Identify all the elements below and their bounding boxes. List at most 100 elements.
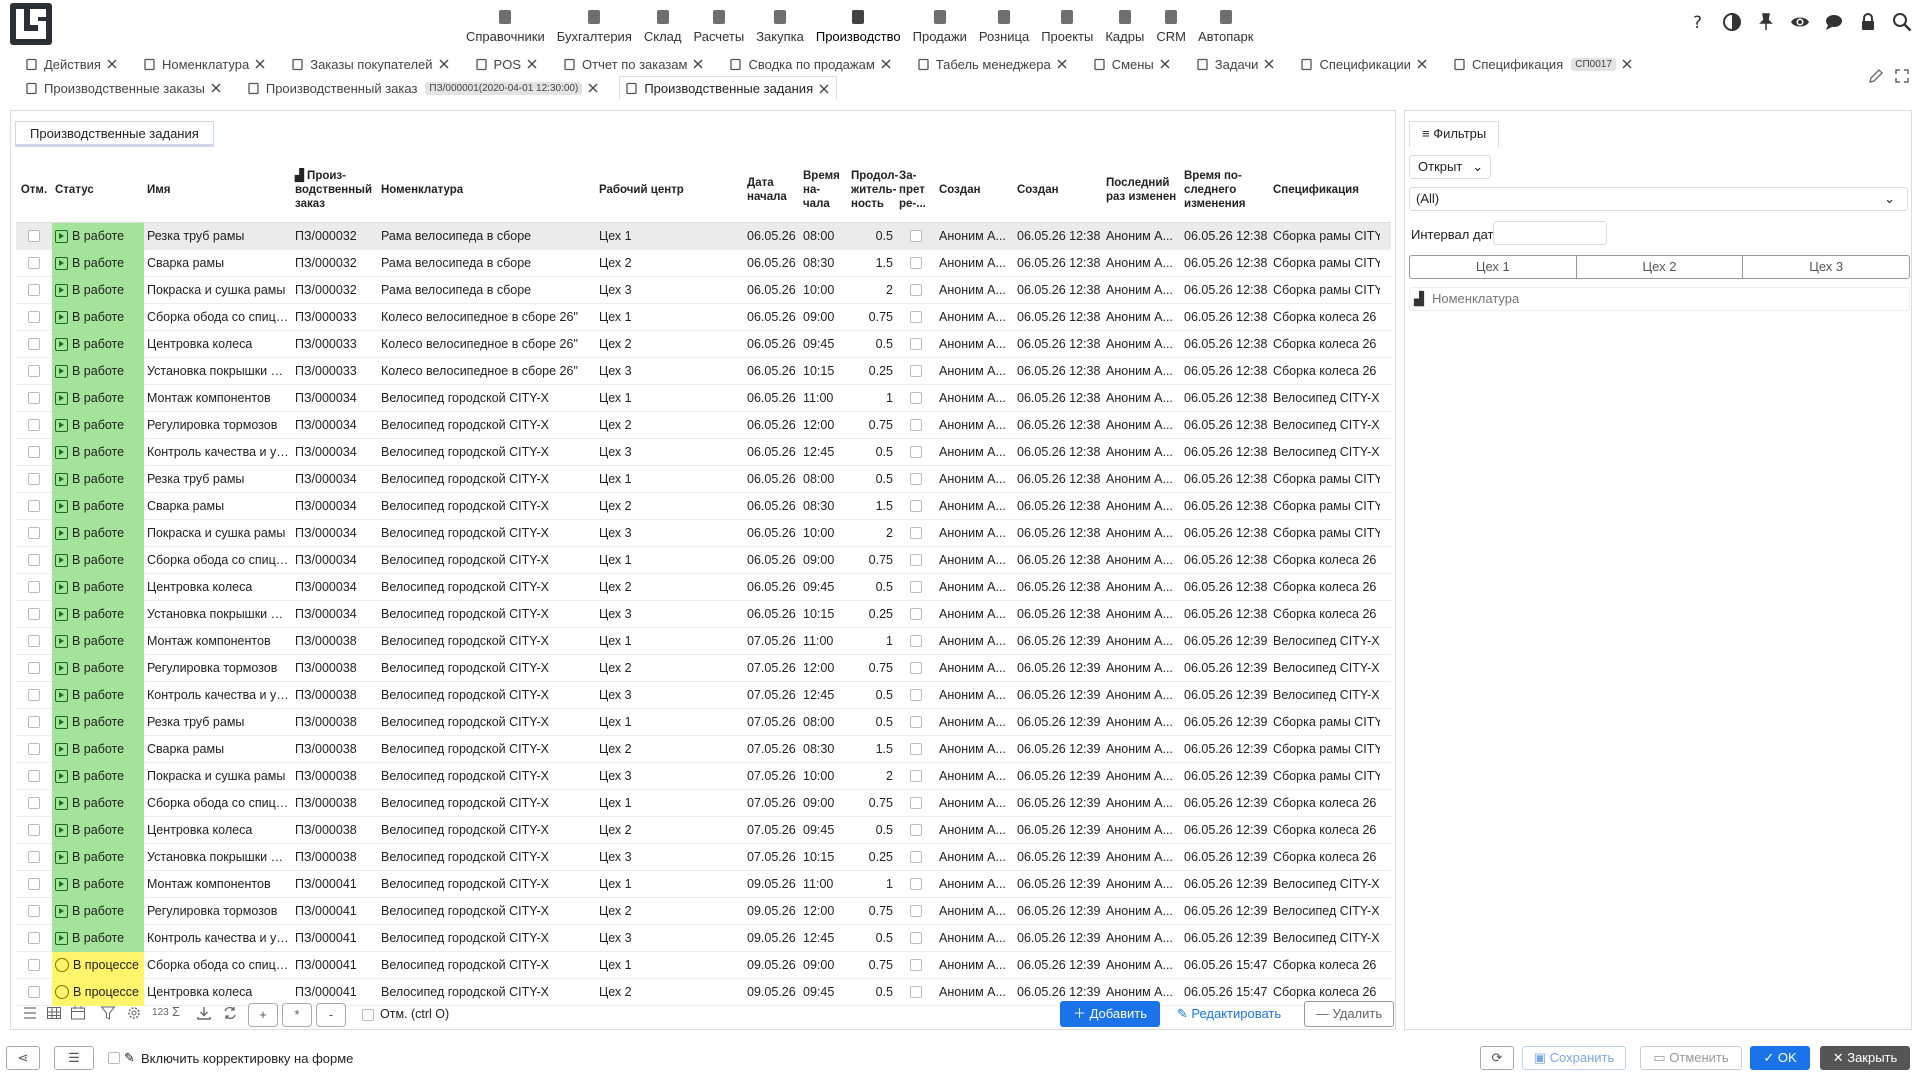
row-checkbox[interactable] xyxy=(28,527,40,539)
close-icon[interactable] xyxy=(1620,57,1634,71)
col-header-ban[interactable]: За-прет ре-... xyxy=(896,169,936,211)
row-mark-cell[interactable] xyxy=(16,662,52,674)
ban-checkbox[interactable] xyxy=(910,959,922,971)
ban-checkbox[interactable] xyxy=(910,662,922,674)
row-checkbox[interactable] xyxy=(28,824,40,836)
col-header-start-time[interactable]: Время на-чала xyxy=(800,169,848,211)
row-mark-cell[interactable] xyxy=(16,905,52,917)
row-checkbox[interactable] xyxy=(28,500,40,512)
table-row[interactable]: В работе Монтаж компонентов ПЗ/000038 Велос… xyxy=(16,627,1391,655)
ban-checkbox[interactable] xyxy=(910,392,922,404)
row-mark-cell[interactable] xyxy=(16,851,52,863)
row-checkbox[interactable] xyxy=(28,932,40,944)
row-mark-cell[interactable] xyxy=(16,365,52,377)
lock-icon[interactable] xyxy=(1858,12,1878,32)
nav-item-autopark[interactable]: Автопарк xyxy=(1192,0,1260,44)
row-checkbox[interactable] xyxy=(28,797,40,809)
close-button[interactable]: ✕ Закрыть xyxy=(1820,1046,1910,1070)
settings-icon[interactable] xyxy=(126,1005,142,1021)
tab-2-2[interactable]: Производственные задания xyxy=(619,76,838,100)
row-checkbox[interactable] xyxy=(28,554,40,566)
row-mark-cell[interactable] xyxy=(16,608,52,620)
table-row[interactable]: В работе Сварка рамы ПЗ/000034 Велосипед го… xyxy=(16,492,1391,520)
nav-item-retail[interactable]: Розница xyxy=(973,0,1035,44)
ban-checkbox[interactable] xyxy=(910,932,922,944)
row-mark-cell[interactable] xyxy=(16,392,52,404)
ban-checkbox[interactable] xyxy=(910,338,922,350)
nav-item-accounting[interactable]: Бухгалтерия xyxy=(551,0,638,44)
close-icon[interactable] xyxy=(879,57,893,71)
table-row[interactable]: В работе Монтаж компонентов ПЗ/000034 Велос… xyxy=(16,384,1391,412)
ban-checkbox[interactable] xyxy=(910,770,922,782)
table-row[interactable]: В работеУстановка покрышки и камерыПЗ/00… xyxy=(16,843,1391,871)
ban-checkbox[interactable] xyxy=(910,824,922,836)
ban-checkbox[interactable] xyxy=(910,446,922,458)
nav-item-personnel[interactable]: Кадры xyxy=(1099,0,1150,44)
table-row[interactable]: В работе Сварка рамы ПЗ/000032 Рама велосип… xyxy=(16,249,1391,277)
ban-checkbox[interactable] xyxy=(910,500,922,512)
ban-checkbox[interactable] xyxy=(910,419,922,431)
panel-title-tab[interactable]: Производственные задания xyxy=(15,121,214,147)
segment-wc-3[interactable]: Цех 3 xyxy=(1743,256,1909,278)
add-button[interactable]: ＋ Добавить xyxy=(1060,1001,1160,1027)
row-mark-cell[interactable] xyxy=(16,635,52,647)
tab-1-8[interactable]: Задачи xyxy=(1191,52,1282,76)
table-row[interactable]: В работеКонтроль качества и упаковкаПЗ/0… xyxy=(16,681,1391,709)
table-row[interactable]: В работе Регулировка тормозов ПЗ/000038 Вел… xyxy=(16,654,1391,682)
row-mark-cell[interactable] xyxy=(16,932,52,944)
ban-checkbox[interactable] xyxy=(910,554,922,566)
close-icon[interactable] xyxy=(817,82,831,96)
table-row[interactable]: В процессе Сборка обода со спицами ПЗ/0000… xyxy=(16,951,1391,979)
tab-1-7[interactable]: Смены xyxy=(1088,52,1177,76)
calendar-view-icon[interactable] xyxy=(70,1005,86,1021)
row-checkbox[interactable] xyxy=(28,743,40,755)
row-checkbox[interactable] xyxy=(28,311,40,323)
row-checkbox[interactable] xyxy=(28,986,40,998)
ban-checkbox[interactable] xyxy=(910,527,922,539)
tab-1-0[interactable]: Действия xyxy=(20,52,124,76)
delete-button[interactable]: — Удалить xyxy=(1304,1001,1394,1027)
edit-button[interactable]: ✎ Редактировать xyxy=(1174,1001,1284,1027)
ban-checkbox[interactable] xyxy=(910,905,922,917)
row-mark-cell[interactable] xyxy=(16,797,52,809)
nav-item-payments[interactable]: Расчеты xyxy=(687,0,750,44)
close-icon[interactable] xyxy=(253,57,267,71)
ban-checkbox[interactable] xyxy=(910,473,922,485)
row-checkbox[interactable] xyxy=(28,581,40,593)
ban-checkbox[interactable] xyxy=(910,743,922,755)
row-mark-cell[interactable] xyxy=(16,257,52,269)
nav-item-purchasing[interactable]: Закупка xyxy=(750,0,810,44)
row-mark-cell[interactable] xyxy=(16,743,52,755)
download-icon[interactable] xyxy=(196,1005,212,1021)
row-checkbox[interactable] xyxy=(28,689,40,701)
row-mark-cell[interactable] xyxy=(16,500,52,512)
row-mark-cell[interactable] xyxy=(16,338,52,350)
row-checkbox[interactable] xyxy=(28,338,40,350)
tab-2-1[interactable]: Производственный заказ ПЗ/000001(2020-04-… xyxy=(242,76,605,100)
col-header-status[interactable]: Статус xyxy=(52,183,144,197)
table-row[interactable]: В работе Монтаж компонентов ПЗ/000041 Велос… xyxy=(16,870,1391,898)
nav-item-warehouse[interactable]: Склад xyxy=(638,0,688,44)
close-icon[interactable] xyxy=(437,57,451,71)
table-row[interactable]: В работе Центровка колеса ПЗ/000033 Колесо … xyxy=(16,330,1391,358)
row-mark-cell[interactable] xyxy=(16,878,52,890)
row-mark-cell[interactable] xyxy=(16,959,52,971)
cancel-button[interactable]: ▭ Отменить xyxy=(1640,1046,1742,1070)
close-icon[interactable] xyxy=(209,81,223,95)
row-mark-cell[interactable] xyxy=(16,284,52,296)
table-row[interactable]: В работеКонтроль качества и упаковкаПЗ/0… xyxy=(16,924,1391,952)
table-row[interactable]: В работе Покраска и сушка рамы ПЗ/000034 Ве… xyxy=(16,519,1391,547)
tab-1-6[interactable]: Табель менеджера xyxy=(912,52,1074,76)
table-row[interactable]: В работе Регулировка тормозов ПЗ/000034 Вел… xyxy=(16,411,1391,439)
tab-1-2[interactable]: Заказы покупателей xyxy=(286,52,455,76)
col-header-last-changed-time[interactable]: Время по-следнего изменения xyxy=(1181,169,1270,211)
filters-tab[interactable]: ≡ Фильтры xyxy=(1409,121,1500,147)
table-row[interactable]: В работе Регулировка тормозов ПЗ/000041 Вел… xyxy=(16,897,1391,925)
close-icon[interactable] xyxy=(1262,57,1276,71)
row-checkbox[interactable] xyxy=(28,608,40,620)
filter-icon[interactable] xyxy=(100,1005,116,1021)
table-row[interactable]: В работеУстановка покрышки и камерыПЗ/00… xyxy=(16,600,1391,628)
tab-1-5[interactable]: Сводка по продажам xyxy=(724,52,897,76)
tab-2-0[interactable]: Производственные заказы xyxy=(20,76,228,100)
row-mark-cell[interactable] xyxy=(16,716,52,728)
